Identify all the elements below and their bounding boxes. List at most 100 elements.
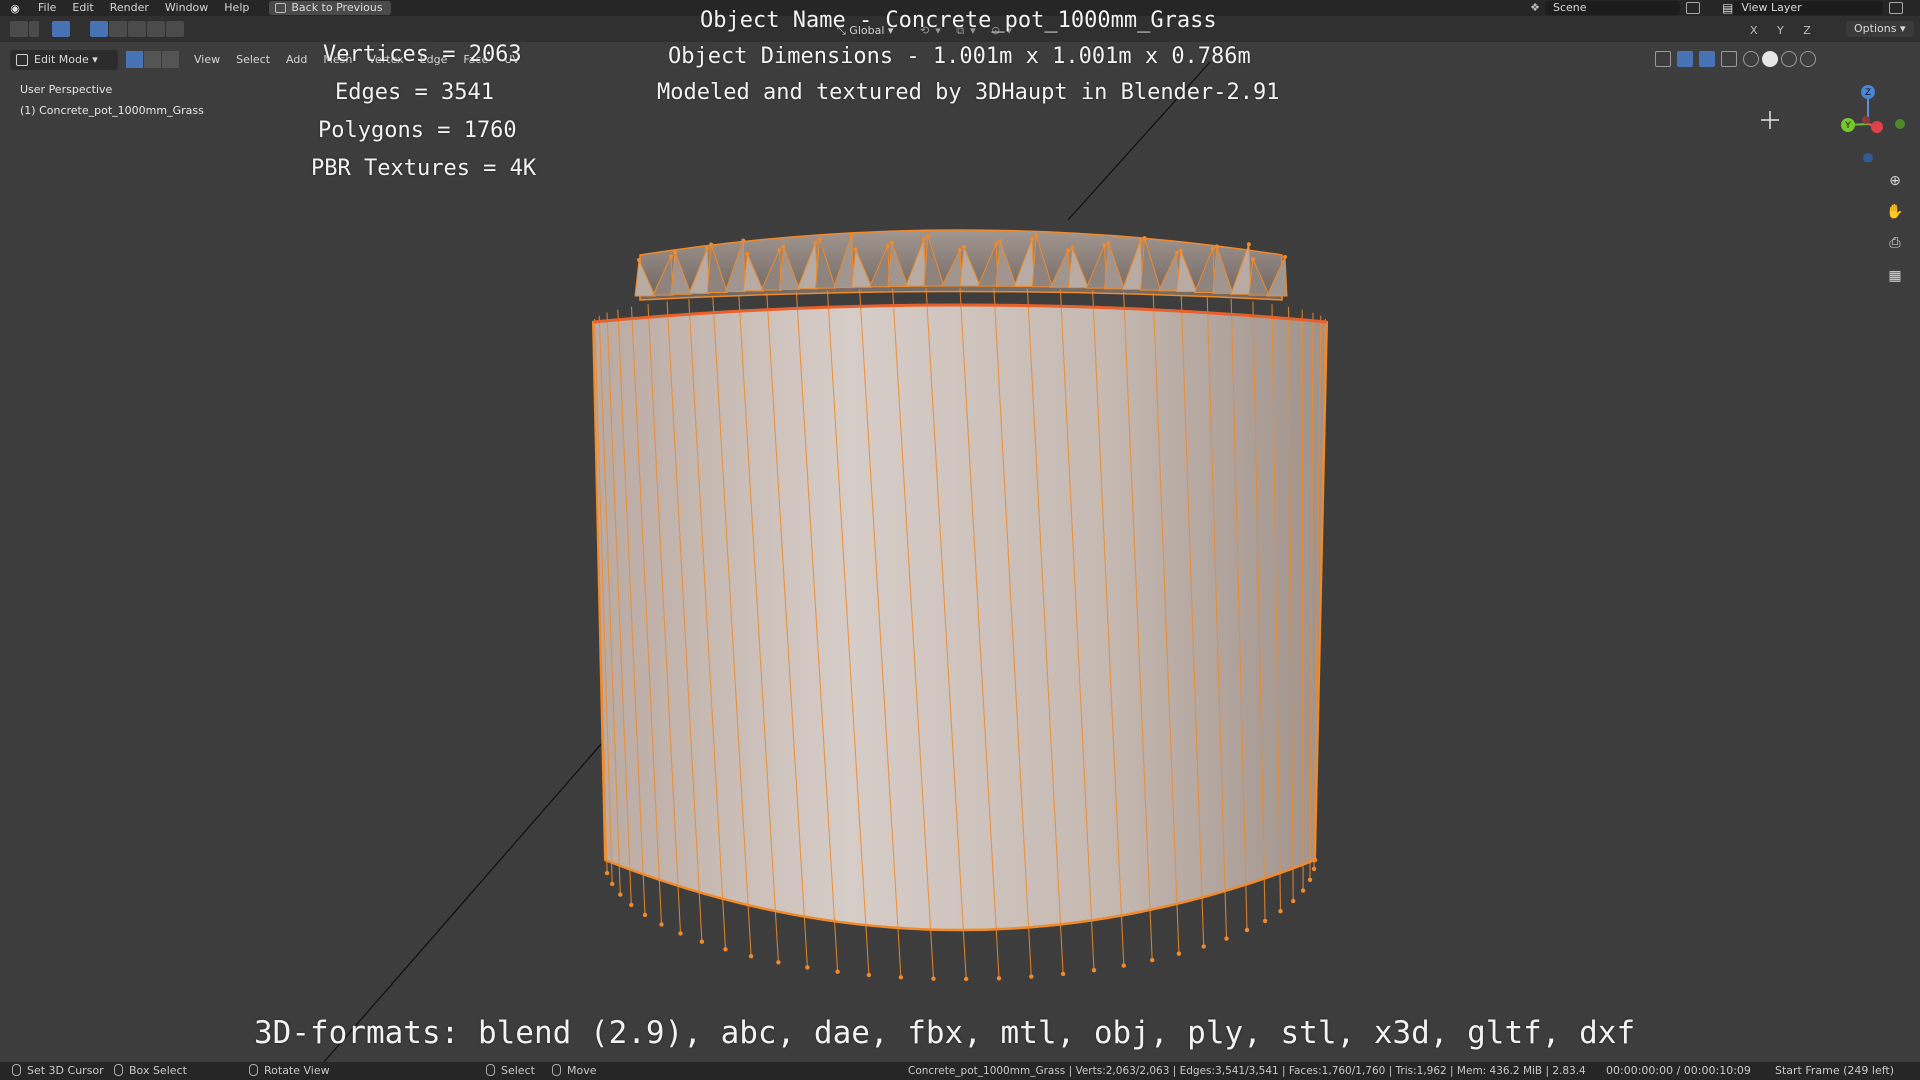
- grass-vertex: [994, 242, 999, 247]
- grass-vertex: [673, 250, 678, 255]
- grass-vertex: [741, 238, 746, 243]
- grass-vertex: [1102, 243, 1107, 248]
- mesh-vertex: [618, 892, 623, 897]
- grass-vertex: [849, 233, 854, 238]
- object-dimensions: Object Dimensions - 1.001m x 1.001m x 0.…: [668, 44, 1251, 69]
- mesh-vertex: [1091, 968, 1097, 973]
- grass-vertex: [1142, 236, 1147, 241]
- stat-polygons: Polygons = 1760: [318, 118, 517, 143]
- mesh-vertex: [699, 939, 705, 944]
- grass-vertex: [777, 248, 782, 253]
- viewport-canvas[interactable]: [0, 0, 1920, 1080]
- grass-vertex: [705, 246, 710, 251]
- object-name-title: Object Name - Concrete_pot_1000mm_Grass: [700, 8, 1217, 33]
- mesh-vertex: [898, 975, 904, 980]
- mesh-vertex: [931, 976, 936, 981]
- mesh-vertex: [996, 976, 1002, 981]
- mesh-vertex: [1176, 951, 1182, 956]
- grass-vertex: [1138, 238, 1143, 243]
- mesh-vertex: [866, 972, 872, 978]
- grass-vertex: [1106, 240, 1111, 245]
- mesh-vertex: [642, 912, 648, 918]
- mouse-drag-icon: [114, 1064, 123, 1076]
- stat-vertices: Vertices = 2063: [323, 42, 522, 67]
- status-box-select: Box Select: [114, 1064, 187, 1078]
- mesh-vertex: [610, 881, 615, 887]
- grass-vertex: [1034, 233, 1039, 238]
- grass-vertex: [669, 254, 674, 259]
- mesh-vertex: [748, 954, 754, 959]
- grass-vertex: [998, 239, 1003, 244]
- grass-vertex: [1210, 246, 1215, 251]
- status-select: Select: [486, 1064, 535, 1078]
- grass-vertex: [889, 240, 894, 245]
- stat-edges: Edges = 3541: [335, 80, 494, 105]
- grass-vertex: [1174, 250, 1179, 255]
- mesh-vertex: [1060, 971, 1066, 977]
- grass-vertex: [1066, 248, 1071, 253]
- grass-vertex: [1250, 257, 1255, 262]
- grass-vertex: [1178, 248, 1183, 253]
- scene-statistics: Concrete_pot_1000mm_Grass | Verts:2,063/…: [908, 1065, 1586, 1077]
- mesh-vertex: [629, 902, 634, 908]
- mesh-vertex: [1121, 963, 1127, 968]
- ortho-grid-icon[interactable]: ▦: [1884, 265, 1906, 287]
- status-rotate-view: Rotate View: [249, 1064, 330, 1078]
- set-cursor-label: Set 3D Cursor: [27, 1064, 104, 1077]
- pan-hand-icon[interactable]: ✋: [1884, 201, 1906, 223]
- mesh-vertex: [835, 969, 840, 974]
- mesh-vertex: [776, 960, 781, 965]
- grass-vertex: [781, 244, 786, 249]
- status-bar: Set 3D Cursor Box Select Rotate View Sel…: [0, 1062, 1920, 1080]
- gizmo-y-label: Y: [1844, 121, 1851, 131]
- gizmo-neg-y-axis[interactable]: [1895, 119, 1905, 129]
- mouse-right-icon: [486, 1064, 495, 1076]
- grass-vertex: [1030, 236, 1035, 241]
- formats-caption: 3D-formats: blend (2.9), abc, dae, fbx, …: [254, 1015, 1636, 1051]
- mouse-middle-icon: [249, 1064, 258, 1076]
- grass-vertex: [853, 247, 858, 252]
- camera-view-icon[interactable]: ⎙: [1884, 232, 1906, 254]
- modeled-by-credit: Modeled and textured by 3DHaupt in Blend…: [657, 80, 1280, 105]
- grass-vertex: [637, 258, 641, 262]
- gizmo-z-label: Z: [1865, 88, 1871, 98]
- mesh-vertex: [604, 870, 610, 876]
- mouse-left-icon: [12, 1064, 21, 1076]
- grass-vertex: [957, 248, 962, 253]
- grass-vertex: [1214, 244, 1219, 249]
- timeline-time: 00:00:00:00 / 00:00:10:09: [1606, 1064, 1751, 1077]
- mesh-vertex: [1029, 974, 1034, 979]
- mesh-vertex: [1300, 888, 1306, 893]
- 3d-cursor-icon: [1761, 111, 1779, 129]
- grass-vertex: [921, 237, 926, 242]
- status-move: Move: [552, 1064, 597, 1078]
- grass-vertex: [1070, 245, 1075, 250]
- mesh-vertex: [723, 947, 728, 952]
- mesh-vertex: [678, 931, 683, 936]
- grass-vertex: [1246, 242, 1251, 247]
- mesh-vertex: [1291, 898, 1296, 904]
- mesh-vertex: [1307, 877, 1313, 882]
- navigation-gizmo[interactable]: Z Y: [1818, 82, 1908, 162]
- mesh-vertex: [1224, 936, 1229, 941]
- status-set-cursor: Set 3D Cursor: [12, 1064, 104, 1078]
- grass-vertex: [817, 237, 822, 242]
- grass-vertex: [885, 243, 890, 248]
- mouse-move-icon: [552, 1064, 561, 1076]
- box-select-label: Box Select: [129, 1064, 187, 1077]
- stat-pbr-textures: PBR Textures = 4K: [311, 156, 537, 181]
- grass-vertex: [1283, 255, 1287, 259]
- move-label: Move: [567, 1064, 597, 1077]
- mesh-vertex: [1150, 957, 1155, 963]
- gizmo-neg-x-axis[interactable]: [1862, 116, 1870, 124]
- gizmo-x-axis[interactable]: [1871, 121, 1883, 133]
- start-frame: Start Frame (249 left): [1775, 1064, 1895, 1077]
- mesh-vertex: [964, 976, 969, 982]
- grass-vertex: [925, 234, 930, 239]
- mesh-vertex: [1244, 927, 1250, 933]
- mesh-vertex: [1201, 944, 1206, 949]
- gizmo-neg-z-axis[interactable]: [1863, 153, 1873, 162]
- mesh-vertex: [659, 922, 664, 927]
- grass-vertex: [813, 240, 818, 245]
- zoom-icon[interactable]: ⊕: [1884, 170, 1906, 192]
